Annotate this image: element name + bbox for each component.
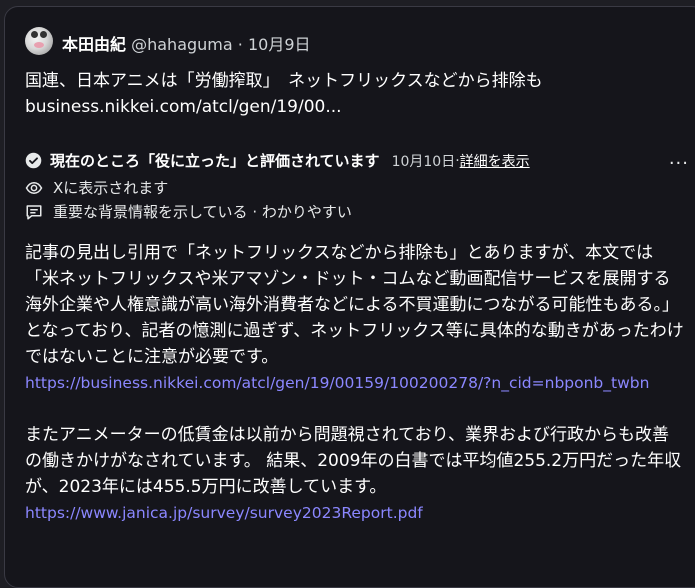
tags-row: 重要な背景情報を示している · わかりやすい: [25, 201, 352, 222]
source-link-1[interactable]: https://business.nikkei.com/atcl/gen/19/…: [25, 370, 685, 396]
author-handle[interactable]: @hahaguma: [131, 35, 233, 54]
post-header: 本田由紀 @hahaguma · 10月9日: [62, 31, 311, 55]
header-separator: ·: [232, 35, 248, 54]
note-status-row: 現在のところ「役に立った」と評価されています 10月10日 · 詳細を表示: [25, 150, 685, 171]
note-tags: 重要な背景情報を示している · わかりやすい: [53, 203, 352, 221]
community-note-card: 本田由紀 @hahaguma · 10月9日 国連、日本アニメは「労働搾取」 ネ…: [4, 6, 695, 588]
note-status: 現在のところ「役に立った」と評価されています: [50, 152, 380, 170]
post-text-line1: 国連、日本アニメは「労働搾取」 ネットフリックスなどから排除も: [25, 71, 543, 91]
comment-icon: [26, 204, 42, 219]
note-paragraph-2: またアニメーターの低賃金は以前から問題視されており、業界および行政からも改善の働…: [25, 425, 682, 497]
avatar-ear-left: [31, 31, 38, 38]
visibility-row: Xに表示されます: [25, 177, 168, 198]
post-link[interactable]: business.nikkei.com/atcl/gen/19/00...: [25, 97, 342, 117]
source-link-2[interactable]: https://www.janica.jp/survey/survey2023R…: [25, 500, 685, 526]
avatar[interactable]: [25, 27, 53, 55]
note-date: 10月10日: [391, 153, 456, 170]
avatar-ear-right: [40, 31, 47, 38]
post-text: 国連、日本アニメは「労働搾取」 ネットフリックスなどから排除も business…: [25, 68, 543, 120]
note-body: 記事の見出し引用で「ネットフリックスなどから排除も」とありますが、本文では「米ネ…: [25, 240, 685, 526]
more-options-button[interactable]: ···: [669, 153, 689, 174]
note-paragraph-1: 記事の見出し引用で「ネットフリックスなどから排除も」とありますが、本文では「米ネ…: [25, 243, 684, 367]
check-circle-icon: [25, 152, 42, 169]
eye-icon: [25, 181, 43, 194]
avatar-detail: [34, 42, 44, 48]
post-date[interactable]: 10月9日: [248, 35, 311, 54]
author-name[interactable]: 本田由紀: [62, 35, 126, 54]
details-link[interactable]: 詳細を表示: [460, 151, 530, 171]
visibility-text: Xに表示されます: [53, 179, 169, 197]
